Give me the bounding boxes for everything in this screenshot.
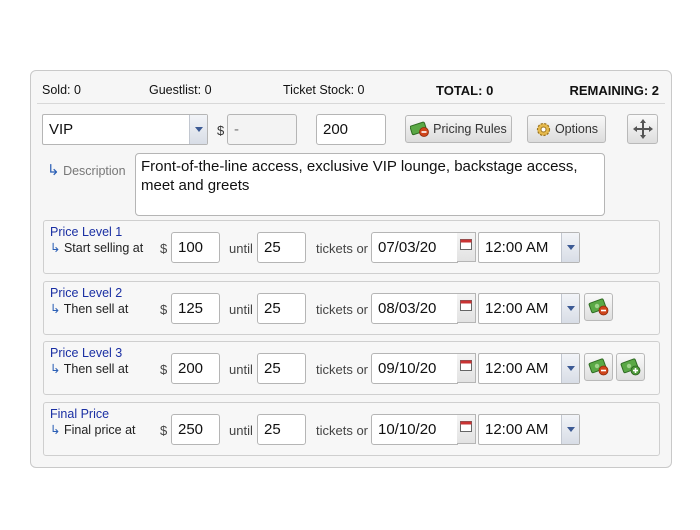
until-quantity-input[interactable]: 25 xyxy=(257,353,306,384)
price-level-row: Final Price ↳ Final price at $ 250 until… xyxy=(43,402,660,456)
time-select[interactable]: 12:00 AM xyxy=(478,232,580,263)
ticket-card: Sold: 0 Guestlist: 0 Ticket Stock: 0 TOT… xyxy=(30,70,672,468)
options-button[interactable]: Options xyxy=(527,115,606,143)
date-input[interactable]: 10/10/20 xyxy=(371,414,458,445)
divider xyxy=(37,103,665,104)
price-level-sub-label: Final price at xyxy=(63,423,136,437)
time-value: 12:00 AM xyxy=(485,421,549,438)
price-level-sub-label: Then sell at xyxy=(63,302,129,316)
tickets-or-label: tickets or xyxy=(316,423,369,438)
sold-count: Sold: 0 xyxy=(42,83,81,97)
price-input[interactable]: 125 xyxy=(171,293,220,324)
gear-icon xyxy=(536,122,551,136)
until-label: until xyxy=(229,362,253,377)
move-arrows-icon xyxy=(632,119,653,139)
add-price-level-button[interactable] xyxy=(616,353,645,381)
calendar-button[interactable] xyxy=(457,414,476,444)
tickets-or-label: tickets or xyxy=(316,362,369,377)
return-arrow-icon: ↳ xyxy=(50,241,61,255)
calendar-button[interactable] xyxy=(457,232,476,262)
guestlist-count: Guestlist: 0 xyxy=(149,83,212,97)
ticket-quantity-input[interactable]: 200 xyxy=(316,114,386,145)
price-level-row: Price Level 2 ↳ Then sell at $ 125 until… xyxy=(43,281,660,335)
ticket-stock-count: Ticket Stock: 0 xyxy=(283,83,365,97)
price-level-subtitle: ↳ Then sell at xyxy=(50,361,128,376)
money-delete-icon xyxy=(588,358,608,376)
time-value: 12:00 AM xyxy=(485,300,549,317)
date-input[interactable]: 09/10/20 xyxy=(371,353,458,384)
calendar-icon xyxy=(460,239,472,250)
tickets-or-label: tickets or xyxy=(316,302,369,317)
remove-price-level-button[interactable] xyxy=(584,353,613,381)
until-quantity-input[interactable]: 25 xyxy=(257,232,306,263)
date-input[interactable]: 07/03/20 xyxy=(371,232,458,263)
money-delete-icon xyxy=(410,121,430,137)
until-label: until xyxy=(229,423,253,438)
currency-symbol: $ xyxy=(160,241,168,256)
price-level-sub-label: Then sell at xyxy=(63,362,129,376)
return-arrow-icon: ↳ xyxy=(50,423,61,437)
calendar-button[interactable] xyxy=(457,293,476,323)
chevron-down-icon[interactable] xyxy=(189,115,207,144)
currency-symbol: $ xyxy=(160,423,168,438)
move-button[interactable] xyxy=(627,114,658,144)
calendar-icon xyxy=(460,421,472,432)
return-arrow-icon: ↳ xyxy=(47,162,60,179)
ticket-type-value: VIP xyxy=(49,121,74,138)
time-select[interactable]: 12:00 AM xyxy=(478,293,580,324)
options-label: Options xyxy=(554,122,599,136)
price-level-title: Price Level 1 xyxy=(50,225,123,239)
description-label: Description xyxy=(63,164,126,178)
pricing-rules-button[interactable]: Pricing Rules xyxy=(405,115,512,143)
currency-symbol: $ xyxy=(217,123,225,138)
total-count: TOTAL: 0 xyxy=(436,83,494,98)
currency-symbol: $ xyxy=(160,302,168,317)
price-level-subtitle: ↳ Then sell at xyxy=(50,301,128,316)
currency-symbol: $ xyxy=(160,362,168,377)
price-level-subtitle: ↳ Final price at xyxy=(50,422,136,437)
chevron-down-icon[interactable] xyxy=(561,233,579,262)
chevron-down-icon[interactable] xyxy=(561,354,579,383)
chevron-down-icon[interactable] xyxy=(561,415,579,444)
price-level-title: Final Price xyxy=(50,407,110,421)
price-level-title: Price Level 3 xyxy=(50,346,123,360)
money-add-icon xyxy=(620,358,640,376)
chevron-down-icon[interactable] xyxy=(561,294,579,323)
price-level-row: Price Level 1 ↳ Start selling at $ 100 u… xyxy=(43,220,660,274)
until-label: until xyxy=(229,302,253,317)
price-level-row: Price Level 3 ↳ Then sell at $ 200 until… xyxy=(43,341,660,395)
calendar-button[interactable] xyxy=(457,353,476,383)
remove-price-level-button[interactable] xyxy=(584,293,613,321)
price-level-sub-label: Start selling at xyxy=(63,241,144,255)
time-value: 12:00 AM xyxy=(485,239,549,256)
time-value: 12:00 AM xyxy=(485,360,549,377)
time-select[interactable]: 12:00 AM xyxy=(478,414,580,445)
ticket-type-select[interactable]: VIP xyxy=(42,114,208,145)
tickets-or-label: tickets or xyxy=(316,241,369,256)
price-level-title: Price Level 2 xyxy=(50,286,123,300)
date-input[interactable]: 08/03/20 xyxy=(371,293,458,324)
pricing-rules-label: Pricing Rules xyxy=(433,122,507,136)
stats-bar: Sold: 0 Guestlist: 0 Ticket Stock: 0 TOT… xyxy=(31,71,671,111)
ticket-price-input[interactable] xyxy=(227,114,297,145)
until-quantity-input[interactable]: 25 xyxy=(257,414,306,445)
calendar-icon xyxy=(460,360,472,371)
description-textarea[interactable]: Front-of-the-line access, exclusive VIP … xyxy=(135,153,605,216)
price-level-subtitle: ↳ Start selling at xyxy=(50,240,143,255)
price-input[interactable]: 100 xyxy=(171,232,220,263)
time-select[interactable]: 12:00 AM xyxy=(478,353,580,384)
money-delete-icon xyxy=(588,298,608,316)
price-input[interactable]: 250 xyxy=(171,414,220,445)
until-label: until xyxy=(229,241,253,256)
return-arrow-icon: ↳ xyxy=(50,362,61,376)
description-label-wrap: ↳ Description xyxy=(47,161,126,179)
price-input[interactable]: 200 xyxy=(171,353,220,384)
return-arrow-icon: ↳ xyxy=(50,302,61,316)
calendar-icon xyxy=(460,300,472,311)
remaining-count: REMAINING: 2 xyxy=(569,83,659,98)
until-quantity-input[interactable]: 25 xyxy=(257,293,306,324)
